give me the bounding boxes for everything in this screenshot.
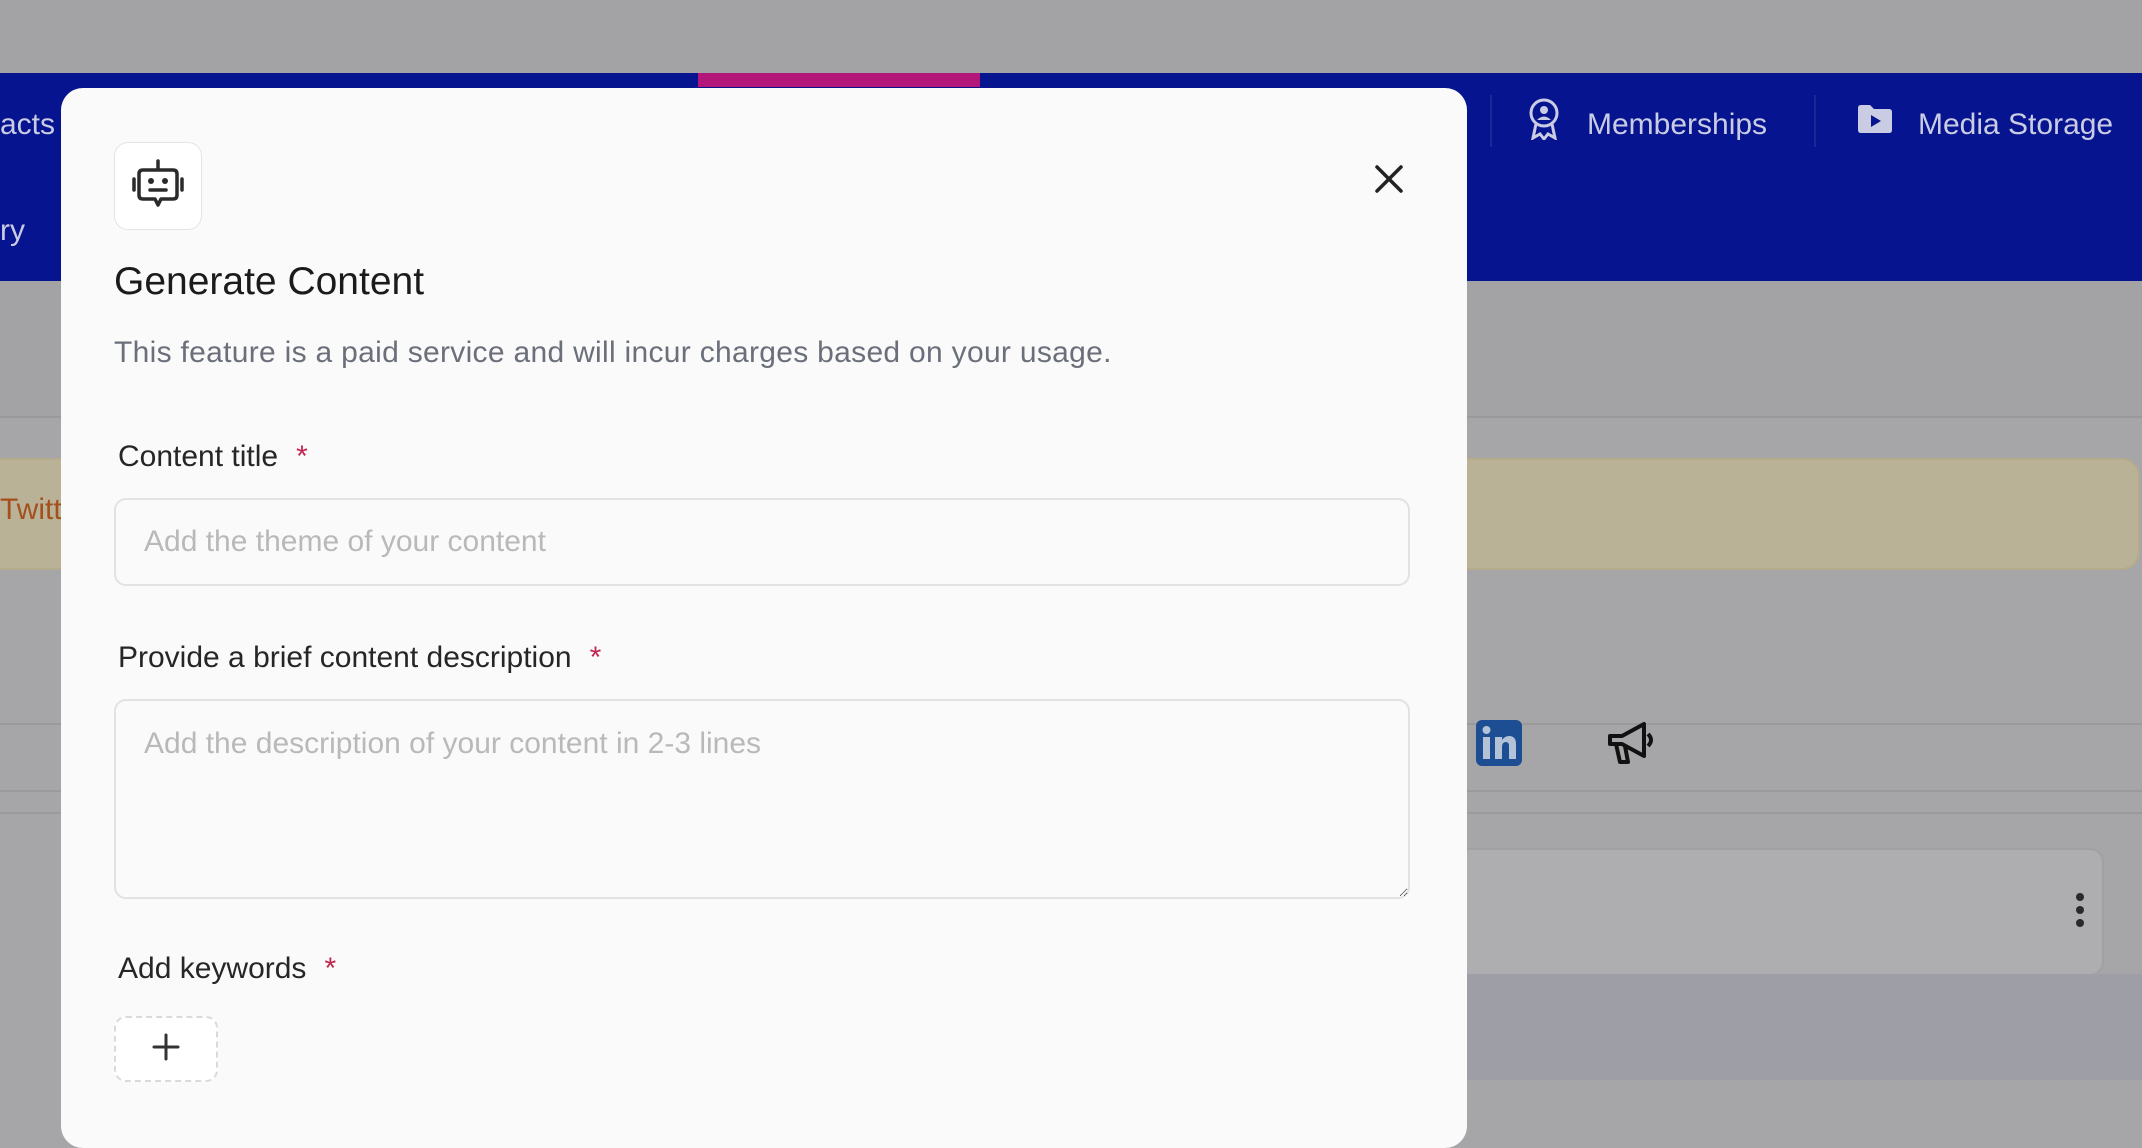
generate-content-modal: Generate Content This feature is a paid … [61,88,1467,1148]
content-table-area [1440,974,2142,1080]
content-title-label: Content title * [118,440,308,474]
content-card [1440,848,2104,976]
top-strip [0,0,2142,73]
description-label-text: Provide a brief content description [118,641,572,674]
nav-item-contacts[interactable]: acts [0,108,55,142]
close-button[interactable] [1366,158,1412,204]
add-keyword-button[interactable] [114,1016,218,1082]
description-textarea[interactable] [114,699,1410,899]
content-title-label-text: Content title [118,440,279,473]
linkedin-icon[interactable] [1476,720,1522,771]
media-folder-icon [1856,104,1894,139]
required-asterisk: * [324,952,337,985]
keywords-label: Add keywords * [118,952,336,986]
nav-item-row2[interactable]: ry [0,214,25,248]
plus-icon [152,1033,180,1066]
nav-item-memberships[interactable]: Memberships [1587,108,1767,142]
robot-icon [131,158,185,214]
banner-text: Twitt [0,493,62,526]
robot-icon-container [114,142,202,230]
nav-item-media-storage[interactable]: Media Storage [1918,108,2113,142]
megaphone-icon[interactable] [1604,718,1656,775]
required-asterisk: * [296,440,308,473]
more-vertical-icon[interactable] [2074,892,2086,933]
active-tab-indicator [698,73,980,87]
description-label: Provide a brief content description * [118,641,601,675]
modal-title: Generate Content [114,260,425,303]
nav-separator [1814,95,1816,147]
membership-badge-icon [1526,98,1562,145]
close-icon [1374,164,1404,199]
nav-separator [1490,95,1492,147]
modal-subtitle: This feature is a paid service and will … [114,336,1112,369]
content-title-input[interactable] [114,498,1410,586]
keywords-label-text: Add keywords [118,952,307,985]
required-asterisk: * [589,641,602,674]
